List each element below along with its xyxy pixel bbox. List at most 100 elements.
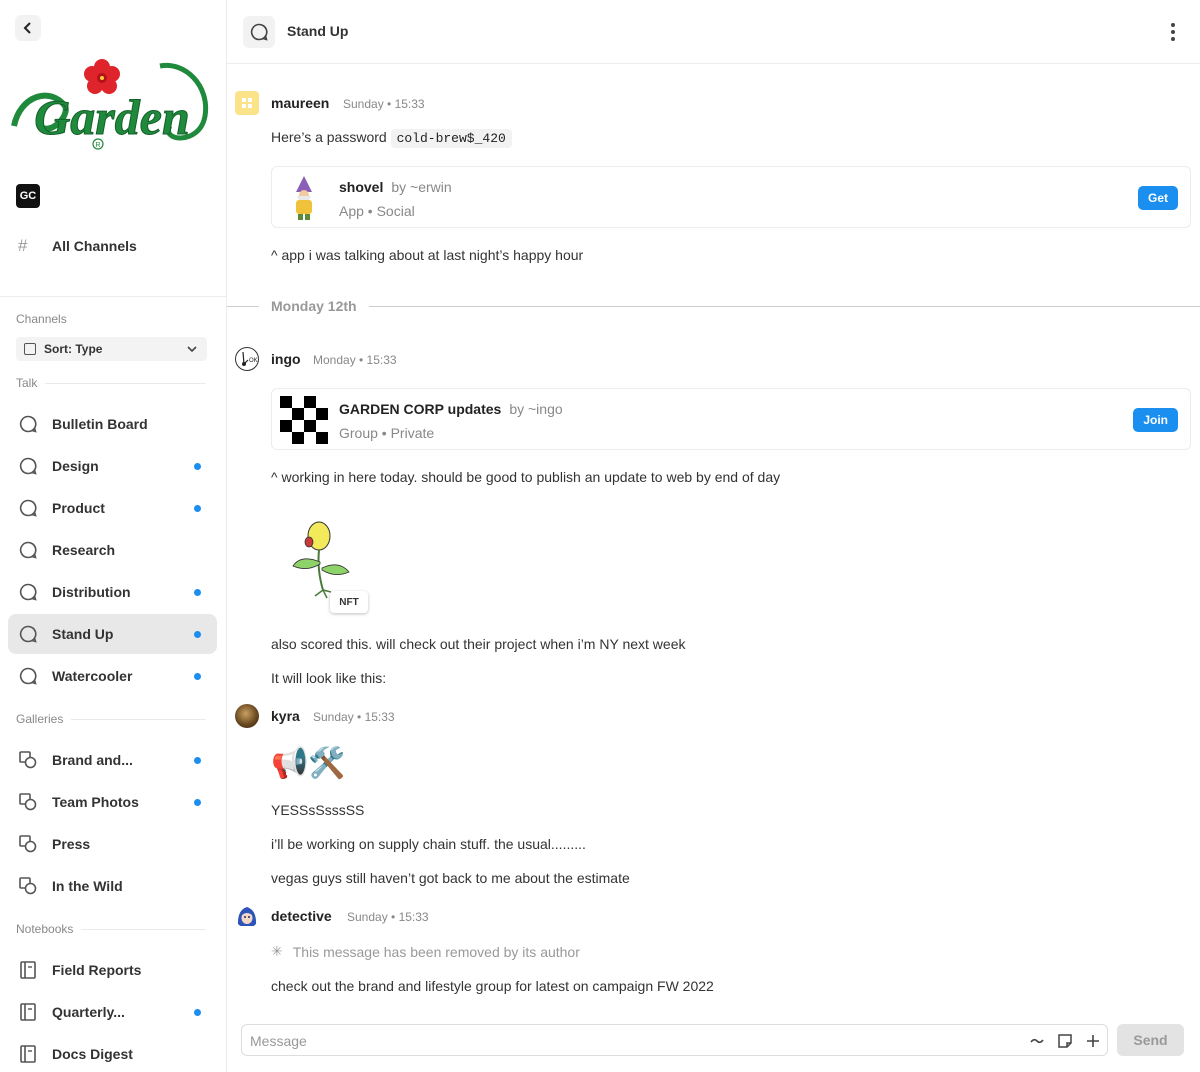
sidebar-item-quarterly[interactable]: Quarterly... [8, 992, 217, 1032]
sidebar-divider [0, 296, 226, 297]
avatar[interactable] [235, 704, 259, 728]
sidebar-item-distribution[interactable]: Distribution [8, 572, 217, 612]
day-divider: Monday 12th [227, 296, 1200, 316]
unread-dot [194, 673, 201, 680]
sidebar-item-label: Quarterly... [52, 1004, 125, 1020]
sidebar-item-in-the-wild[interactable]: In the Wild [8, 866, 217, 906]
day-divider-label: Monday 12th [271, 298, 357, 314]
chat-bubble-icon [18, 666, 38, 686]
unread-dot [194, 799, 201, 806]
sidebar-item-label: Research [52, 542, 116, 558]
gallery-shapes-icon [18, 792, 38, 812]
sidebar-item-field-reports[interactable]: Field Reports [8, 950, 217, 990]
get-button[interactable]: Get [1137, 186, 1178, 210]
nft-badge: NFT [330, 591, 368, 613]
message-timestamp: Monday • 15:33 [313, 353, 397, 367]
sidebar-item-brand-and[interactable]: Brand and... [8, 740, 217, 780]
message-author[interactable]: detective [271, 908, 332, 924]
card-title: shovel by ~erwin [339, 179, 452, 195]
plus-icon[interactable] [1084, 1032, 1102, 1050]
message-text: check out the brand and lifestyle group … [271, 978, 714, 994]
unread-dot [194, 631, 201, 638]
tilde-icon[interactable] [1028, 1032, 1046, 1050]
chat-bubble-icon [18, 624, 38, 644]
sticker-icon[interactable] [1056, 1032, 1074, 1050]
notebook-icon [18, 1002, 38, 1022]
sidebar-item-research[interactable]: Research [8, 530, 217, 570]
sidebar-item-docs-digest[interactable]: Docs Digest [8, 1034, 217, 1072]
channel-header: Stand Up [227, 0, 1200, 64]
gallery-shapes-icon [18, 750, 38, 770]
message-composer [241, 1024, 1108, 1056]
svg-text:Garden: Garden [34, 89, 190, 145]
sidebar-item-watercooler[interactable]: Watercooler [8, 656, 217, 696]
inline-code: cold-brew$_420 [390, 129, 512, 148]
sort-checkbox-icon [24, 343, 36, 355]
sidebar-item-label: Docs Digest [52, 1046, 133, 1062]
all-channels-link[interactable]: # All Channels [8, 226, 217, 266]
unread-dot [194, 1009, 201, 1016]
chat-bubble-icon [18, 498, 38, 518]
plant-creature-image[interactable] [287, 520, 357, 600]
sidebar-item-bulletin-board[interactable]: Bulletin Board [8, 404, 217, 444]
avatar[interactable]: OK [235, 347, 259, 371]
gallery-shapes-icon [18, 834, 38, 854]
message-text-prefix: Here’s a password [271, 129, 387, 145]
sidebar-item-stand-up[interactable]: Stand Up [8, 614, 217, 654]
notebook-icon [18, 1044, 38, 1064]
sidebar-item-team-photos[interactable]: Team Photos [8, 782, 217, 822]
channels-section-label: Channels [16, 312, 206, 326]
sidebar-item-label: Bulletin Board [52, 416, 148, 432]
message-text: YESSsSsssSS [271, 802, 365, 818]
workspace-badge[interactable]: GC [16, 184, 40, 208]
sidebar-item-label: Press [52, 836, 91, 852]
svg-text:R: R [95, 142, 100, 149]
message-text: It will look like this: [271, 670, 387, 686]
sidebar-item-label: Field Reports [52, 962, 142, 978]
message-timestamp: Sunday • 15:33 [313, 710, 395, 724]
hash-icon: # [18, 236, 28, 255]
channel-chat-icon [243, 16, 275, 48]
message-text: vegas guys still haven’t got back to me … [271, 870, 630, 886]
message-author[interactable]: ingo [271, 351, 301, 367]
sidebar-item-design[interactable]: Design [8, 446, 217, 486]
galleries-heading: Galleries [16, 712, 64, 726]
galleries-section-label: Galleries [16, 712, 206, 726]
sort-dropdown[interactable]: Sort: Type [16, 337, 207, 361]
avatar[interactable] [235, 904, 259, 928]
sidebar-item-label: In the Wild [52, 878, 123, 894]
sidebar-item-label: Design [52, 458, 99, 474]
chevron-down-icon [187, 346, 197, 353]
more-options-icon[interactable] [1170, 22, 1176, 42]
chat-bubble-icon [18, 540, 38, 560]
talk-heading: Talk [16, 376, 38, 390]
svg-text:OK: OK [249, 358, 258, 364]
sidebar: Garden R GC # All Channels Channels Sort… [0, 0, 227, 1072]
message-author[interactable]: maureen [271, 95, 329, 111]
unread-dot [194, 589, 201, 596]
chat-bubble-icon [18, 456, 38, 476]
asterisk-icon: ✳ [271, 943, 283, 959]
message-author[interactable]: kyra [271, 708, 300, 724]
chat-bubble-icon [18, 582, 38, 602]
sidebar-item-product[interactable]: Product [8, 488, 217, 528]
sidebar-item-label: Team Photos [52, 794, 139, 810]
send-button[interactable]: Send [1117, 1024, 1184, 1056]
group-card[interactable]: GARDEN CORP updates by ~ingo Group • Priv… [271, 388, 1191, 450]
message-timestamp: Sunday • 15:33 [343, 97, 425, 111]
message-input[interactable] [250, 1031, 1010, 1051]
back-button[interactable] [15, 15, 41, 41]
join-button[interactable]: Join [1133, 408, 1178, 432]
unread-dot [194, 757, 201, 764]
chat-bubble-icon [18, 414, 38, 434]
sidebar-item-press[interactable]: Press [8, 824, 217, 864]
card-title: GARDEN CORP updates by ~ingo [339, 401, 563, 417]
avatar[interactable] [235, 91, 259, 115]
notebooks-heading: Notebooks [16, 922, 74, 936]
garden-logo: Garden R [11, 59, 209, 150]
message-text: i’ll be working on supply chain stuff. t… [271, 836, 586, 852]
channels-heading: Channels [16, 312, 67, 326]
app-card[interactable]: shovel by ~erwin App • Social Get [271, 166, 1191, 228]
message-timestamp: Sunday • 15:33 [347, 910, 429, 924]
removed-message-notice: ✳ This message has been removed by its a… [271, 943, 580, 960]
